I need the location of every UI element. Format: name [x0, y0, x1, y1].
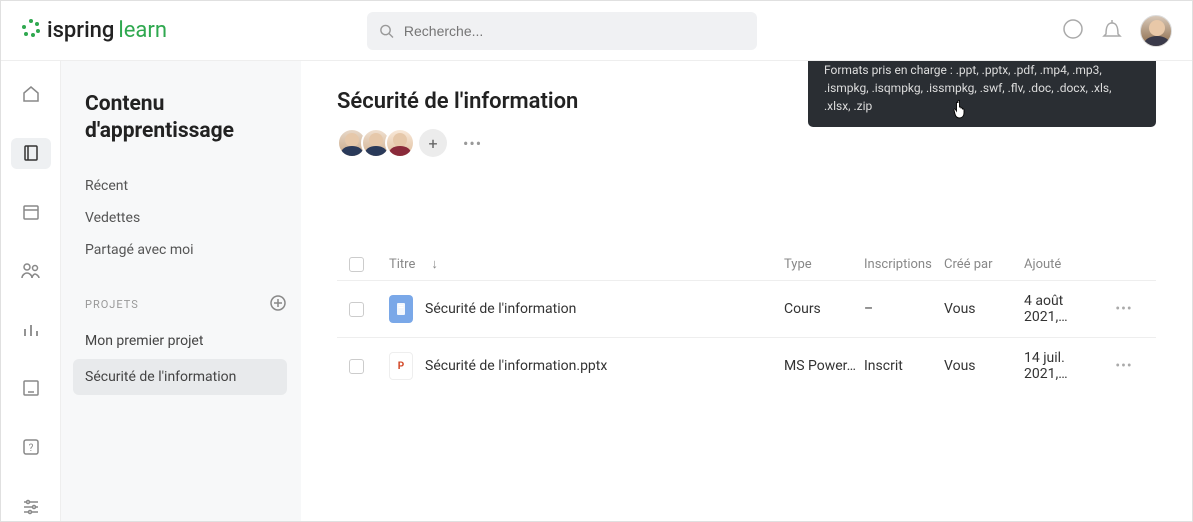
brand-icon: [21, 18, 41, 43]
course-icon: [389, 295, 413, 323]
rail-calendar[interactable]: [11, 197, 51, 228]
row-added: 4 août 2021,…: [1024, 293, 1104, 325]
search-input-wrap[interactable]: [367, 12, 757, 50]
row-creator: Vous: [944, 301, 1024, 317]
row-checkbox[interactable]: [349, 359, 364, 374]
row-type: Cours: [784, 301, 864, 317]
nav-rail: ?: [1, 61, 61, 521]
powerpoint-icon: P: [389, 352, 413, 380]
row-name: Sécurité de l'information.pptx: [425, 358, 607, 374]
row-more-icon[interactable]: •••: [1104, 358, 1144, 374]
rail-people[interactable]: [11, 255, 51, 286]
table-row[interactable]: Sécurité de l'information Cours – Vous 4…: [337, 280, 1156, 337]
add-project-button[interactable]: [269, 294, 287, 315]
sidebar-shared[interactable]: Partagé avec moi: [85, 234, 287, 266]
chat-icon[interactable]: [1062, 18, 1084, 44]
sidebar-featured[interactable]: Vedettes: [85, 202, 287, 234]
bell-icon[interactable]: [1102, 18, 1122, 44]
rail-home[interactable]: [11, 79, 51, 110]
content-table: Titre ↓ Type Inscriptions Créé par Ajout…: [337, 248, 1156, 394]
rail-archive[interactable]: [11, 373, 51, 404]
collaborator-avatar[interactable]: [385, 128, 415, 158]
user-avatar[interactable]: [1140, 15, 1172, 47]
col-type[interactable]: Type: [784, 257, 864, 272]
col-creator[interactable]: Créé par: [944, 257, 1024, 272]
svg-text:?: ?: [28, 443, 33, 454]
sidebar-project-1[interactable]: Sécurité de l'information: [73, 359, 287, 395]
rail-settings[interactable]: [11, 490, 51, 521]
search-input[interactable]: [404, 23, 745, 39]
sort-arrow-icon: ↓: [431, 256, 438, 272]
row-added: 14 juil. 2021,…: [1024, 350, 1104, 382]
more-options-icon[interactable]: •••: [463, 134, 482, 153]
col-enroll[interactable]: Inscriptions: [864, 257, 944, 272]
col-added[interactable]: Ajouté: [1024, 257, 1104, 272]
search-icon: [379, 23, 394, 39]
table-row[interactable]: P Sécurité de l'information.pptx MS Powe…: [337, 337, 1156, 394]
row-enroll: –: [864, 301, 944, 317]
sidebar-project-0[interactable]: Mon premier projet: [73, 323, 287, 359]
col-title[interactable]: Titre: [389, 257, 415, 272]
rail-reports[interactable]: [11, 314, 51, 345]
rail-help[interactable]: ?: [11, 432, 51, 463]
sidebar-recent[interactable]: Récent: [85, 170, 287, 202]
rail-learning[interactable]: [11, 138, 51, 169]
sidebar-title: Contenu d'apprentissage: [85, 91, 287, 146]
brand-suffix: learn: [118, 18, 167, 43]
row-name: Sécurité de l'information: [425, 301, 576, 317]
select-all-checkbox[interactable]: [349, 257, 364, 272]
row-creator: Vous: [944, 358, 1024, 374]
page-title: Sécurité de l'information: [337, 89, 578, 114]
sidebar-projects-label: PROJETS: [85, 298, 139, 311]
brand-logo[interactable]: ispring learn: [21, 18, 167, 43]
row-checkbox[interactable]: [349, 302, 364, 317]
brand-name: ispring: [47, 18, 114, 43]
add-collaborator-button[interactable]: +: [419, 129, 447, 157]
row-enroll: Inscrit: [864, 358, 944, 374]
sidebar: Contenu d'apprentissage Récent Vedettes …: [61, 61, 301, 521]
row-more-icon[interactable]: •••: [1104, 301, 1144, 317]
upload-tooltip: Formats pris en charge : .ppt, .pptx, .p…: [808, 61, 1156, 127]
row-type: MS Power…: [784, 358, 864, 374]
